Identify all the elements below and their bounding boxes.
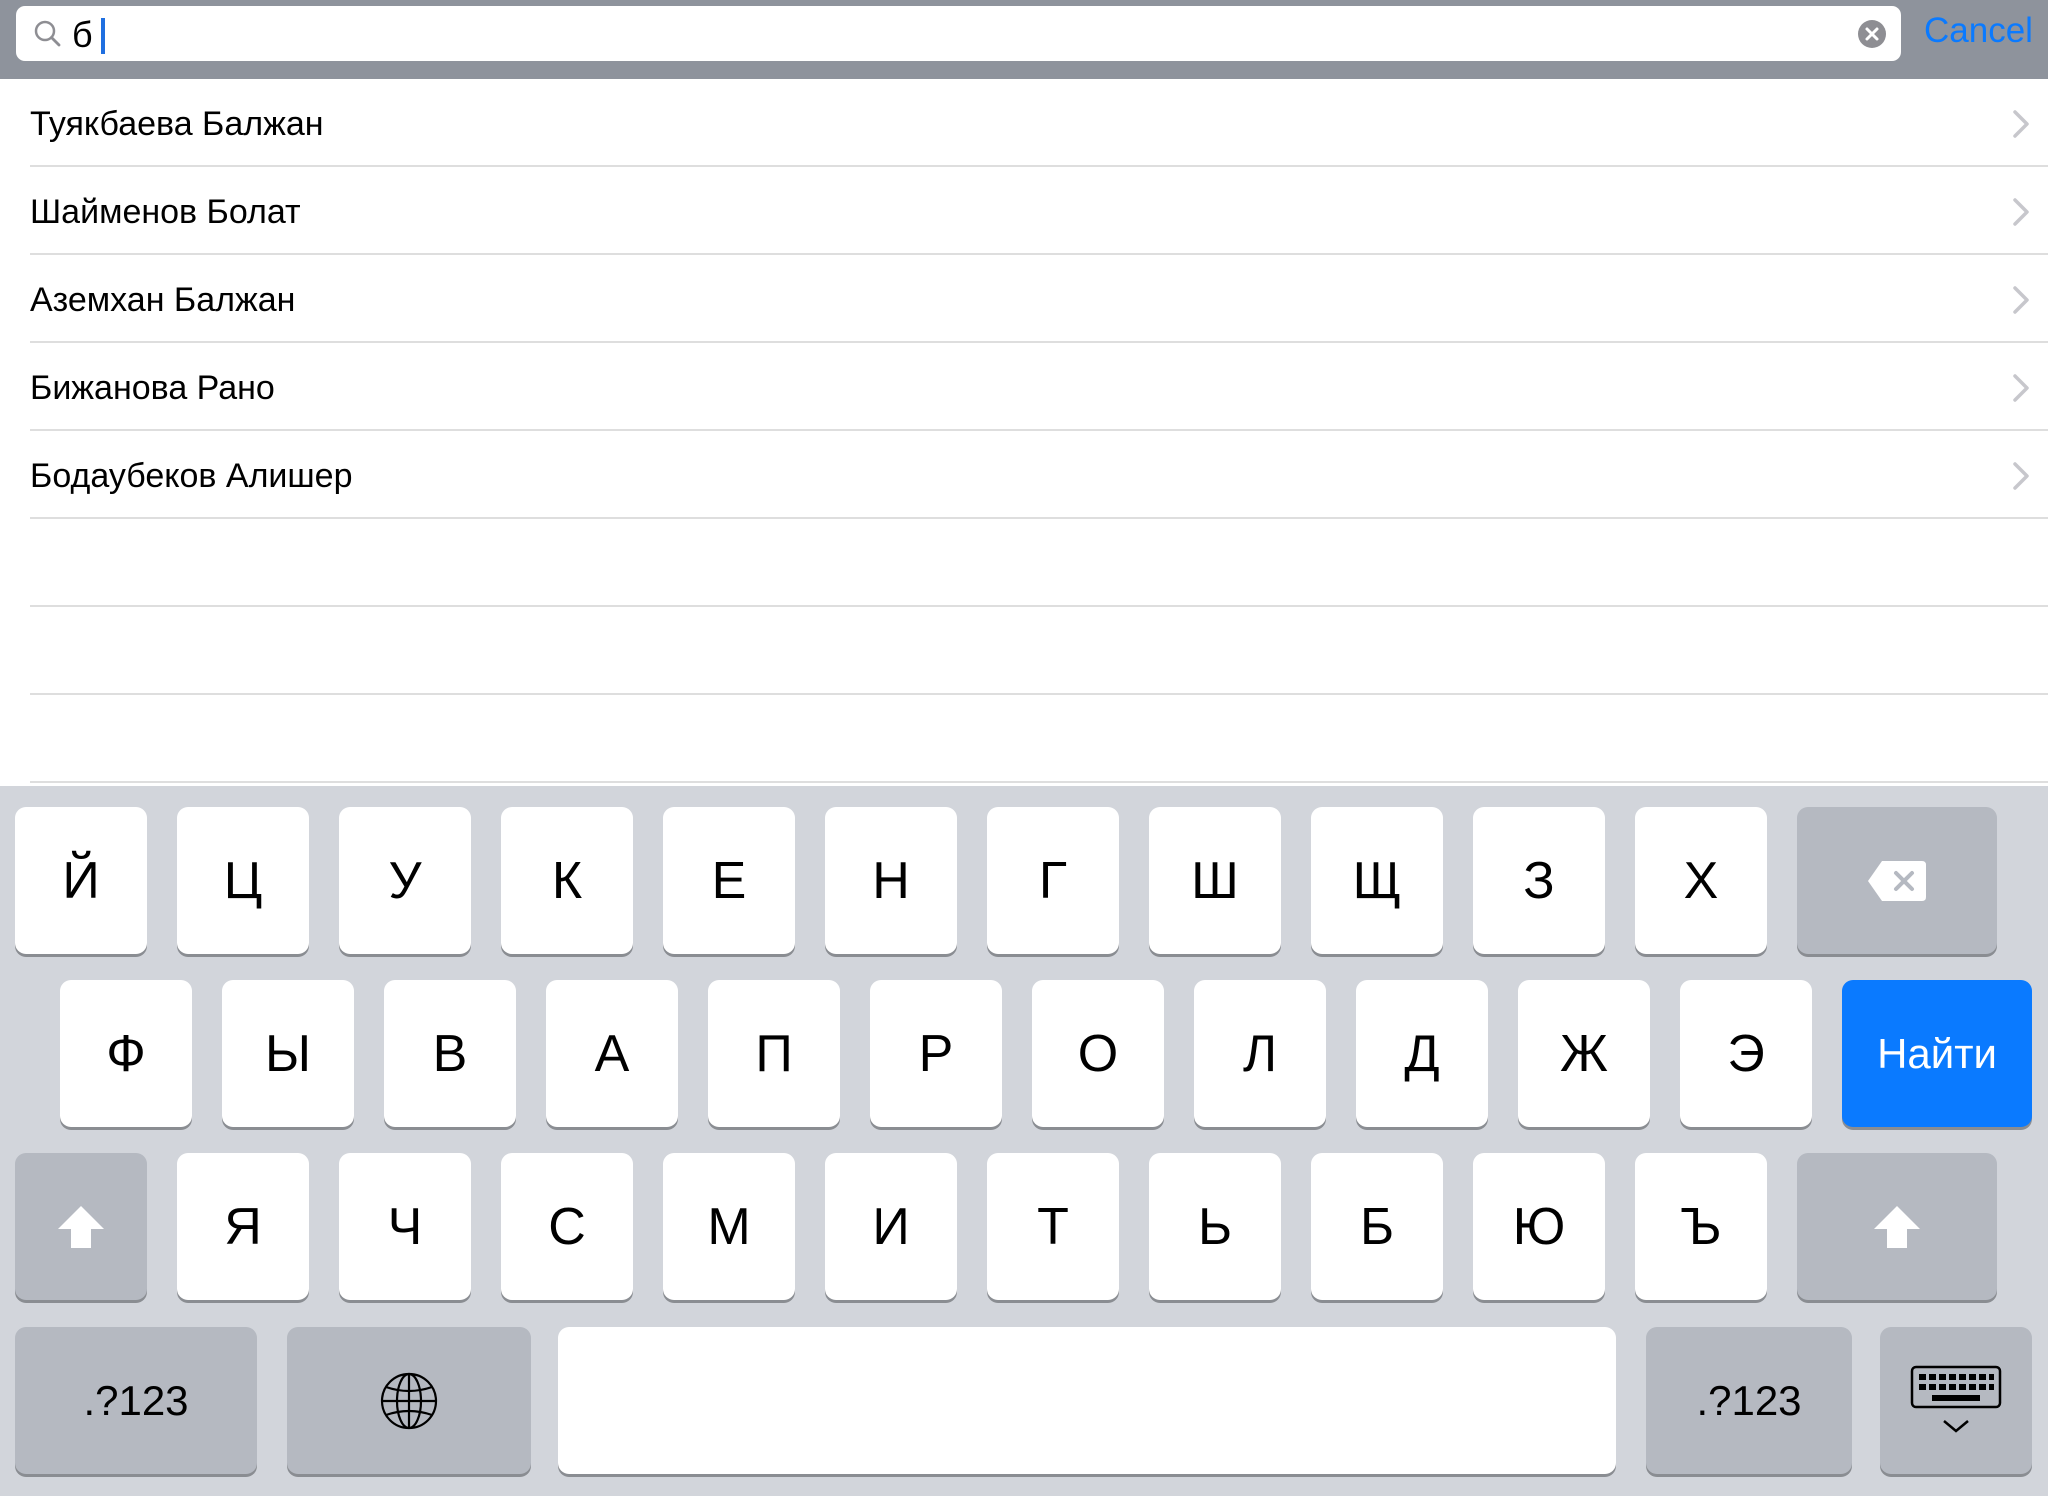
key-п[interactable]: П	[708, 980, 840, 1127]
key-с[interactable]: С	[501, 1153, 633, 1300]
key-и[interactable]: И	[825, 1153, 957, 1300]
backspace-key[interactable]	[1797, 807, 1997, 954]
hide-keyboard-icon	[1910, 1365, 2002, 1433]
list-item-label: Бодаубеков Алишер	[30, 457, 353, 495]
key-у[interactable]: У	[339, 807, 471, 954]
list-item[interactable]: Бодаубеков Алишер	[30, 431, 2048, 519]
hide-keyboard-key[interactable]	[1880, 1327, 2032, 1474]
key-ж[interactable]: Ж	[1518, 980, 1650, 1127]
key-д[interactable]: Д	[1356, 980, 1488, 1127]
key-з[interactable]: З	[1473, 807, 1605, 954]
globe-key[interactable]	[287, 1327, 531, 1474]
key-ъ[interactable]: Ъ	[1635, 1153, 1767, 1300]
key-г[interactable]: Г	[987, 807, 1119, 954]
key-р[interactable]: Р	[870, 980, 1002, 1127]
key-в[interactable]: В	[384, 980, 516, 1127]
cancel-button[interactable]: Cancel	[1924, 0, 2033, 62]
search-bar: б Cancel	[0, 0, 2048, 79]
space-key[interactable]	[558, 1327, 1616, 1474]
list-item[interactable]: Аземхан Балжан	[30, 255, 2048, 343]
list-item-label: Шайменов Болат	[30, 193, 301, 231]
empty-row	[30, 607, 2048, 695]
keyboard: Й Ц У К Е Н Г Ш Щ З Х Ф Ы В А П Р О Л Д …	[0, 786, 2048, 1496]
key-о[interactable]: О	[1032, 980, 1164, 1127]
list-item-label: Туякбаева Балжан	[30, 105, 324, 143]
shift-key-left[interactable]	[15, 1153, 147, 1300]
shift-icon	[1874, 1205, 1920, 1248]
key-ч[interactable]: Ч	[339, 1153, 471, 1300]
key-т[interactable]: Т	[987, 1153, 1119, 1300]
search-key[interactable]: Найти	[1842, 980, 2032, 1127]
key-ш[interactable]: Ш	[1149, 807, 1281, 954]
search-field[interactable]: б	[16, 6, 1901, 61]
chevron-right-icon	[2013, 462, 2029, 490]
list-item-label: Аземхан Балжан	[30, 281, 296, 319]
shift-icon	[58, 1205, 104, 1248]
numbers-key-right[interactable]: .?123	[1646, 1327, 1852, 1474]
key-ь[interactable]: Ь	[1149, 1153, 1281, 1300]
chevron-right-icon	[2013, 198, 2029, 226]
key-ф[interactable]: Ф	[60, 980, 192, 1127]
list-item[interactable]: Шайменов Болат	[30, 167, 2048, 255]
key-е[interactable]: Е	[663, 807, 795, 954]
key-э[interactable]: Э	[1680, 980, 1812, 1127]
key-я[interactable]: Я	[177, 1153, 309, 1300]
key-к[interactable]: К	[501, 807, 633, 954]
numbers-key-left[interactable]: .?123	[15, 1327, 257, 1474]
list-item-label: Бижанова Рано	[30, 369, 275, 407]
key-ю[interactable]: Ю	[1473, 1153, 1605, 1300]
text-cursor	[101, 18, 105, 54]
shift-key-right[interactable]	[1797, 1153, 1997, 1300]
key-м[interactable]: М	[663, 1153, 795, 1300]
results-list: Туякбаева Балжан Шайменов Болат Аземхан …	[0, 79, 2048, 783]
key-н[interactable]: Н	[825, 807, 957, 954]
key-ц[interactable]: Ц	[177, 807, 309, 954]
empty-row	[30, 695, 2048, 783]
chevron-right-icon	[2013, 110, 2029, 138]
list-item[interactable]: Туякбаева Балжан	[30, 79, 2048, 167]
key-х[interactable]: Х	[1635, 807, 1767, 954]
globe-icon	[380, 1372, 438, 1429]
key-л[interactable]: Л	[1194, 980, 1326, 1127]
key-б[interactable]: Б	[1311, 1153, 1443, 1300]
key-й[interactable]: Й	[15, 807, 147, 954]
clear-icon[interactable]	[1857, 19, 1887, 49]
key-а[interactable]: А	[546, 980, 678, 1127]
search-input[interactable]: б	[72, 6, 93, 61]
key-ы[interactable]: Ы	[222, 980, 354, 1127]
list-item[interactable]: Бижанова Рано	[30, 343, 2048, 431]
backspace-icon	[1868, 860, 1926, 901]
search-icon	[34, 20, 61, 47]
chevron-right-icon	[2013, 374, 2029, 402]
empty-row	[30, 519, 2048, 607]
chevron-right-icon	[2013, 286, 2029, 314]
key-щ[interactable]: Щ	[1311, 807, 1443, 954]
